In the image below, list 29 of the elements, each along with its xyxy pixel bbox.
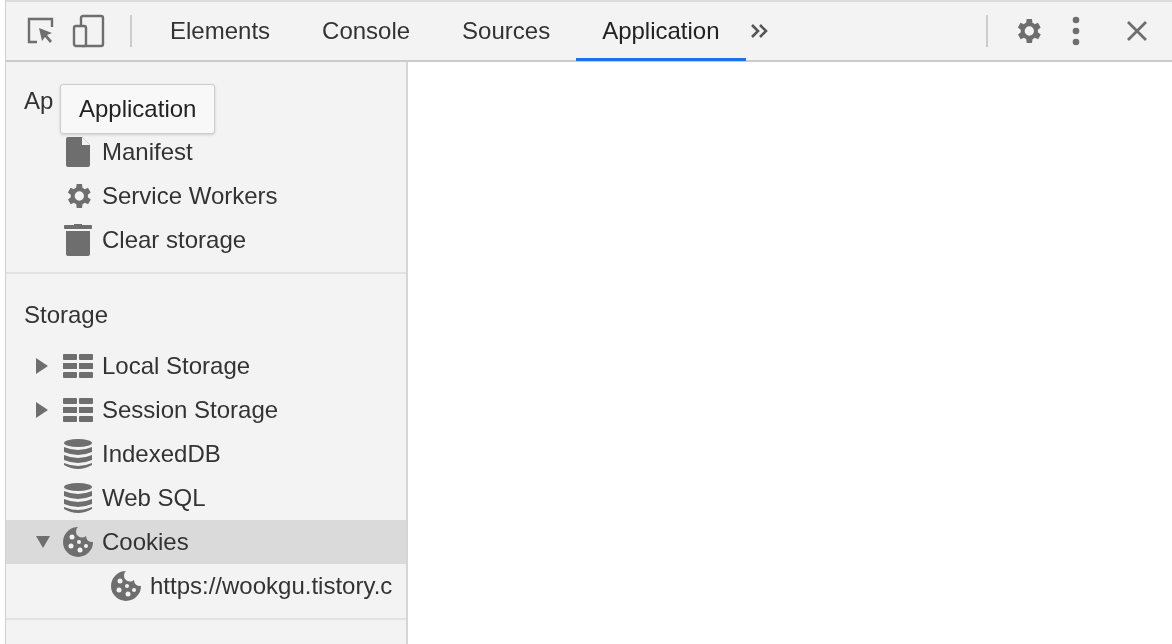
tree-item[interactable]: Local Storage	[6, 344, 406, 388]
tree-item[interactable]: IndexedDB	[6, 432, 406, 476]
panel-tab[interactable]: Elements	[144, 3, 297, 61]
cookie-icon	[111, 571, 141, 601]
collapsed-arrow-icon[interactable]	[36, 402, 48, 418]
tree-item[interactable]: Cookies	[6, 520, 406, 564]
panel-tab[interactable]: Console	[296, 3, 437, 61]
table-icon	[63, 398, 93, 422]
panel-tab[interactable]: Sources	[436, 3, 577, 61]
more-tabs-icon[interactable]	[749, 23, 770, 39]
database-icon	[64, 439, 92, 469]
tooltip: Application	[60, 84, 216, 134]
database-icon	[64, 483, 92, 513]
tree-item[interactable]: Web SQL	[6, 476, 406, 520]
close-icon[interactable]	[1126, 20, 1148, 42]
tree-item[interactable]: Service Workers	[6, 174, 406, 218]
tree-item[interactable]: Clear storage	[6, 218, 406, 262]
trash-icon	[64, 224, 92, 256]
more-options-icon[interactable]	[1072, 16, 1080, 46]
tree-item[interactable]: https://wookgu.tistory.c	[6, 564, 406, 608]
device-icon[interactable]	[72, 14, 106, 48]
expanded-arrow-icon[interactable]	[36, 536, 50, 548]
section-heading: Storage	[24, 300, 109, 330]
table-icon	[63, 354, 93, 378]
file-icon	[66, 137, 90, 167]
cookie-icon	[63, 527, 93, 557]
tree-item[interactable]: Session Storage	[6, 388, 406, 432]
collapsed-arrow-icon[interactable]	[36, 358, 48, 374]
section-heading: Ap	[24, 86, 54, 116]
